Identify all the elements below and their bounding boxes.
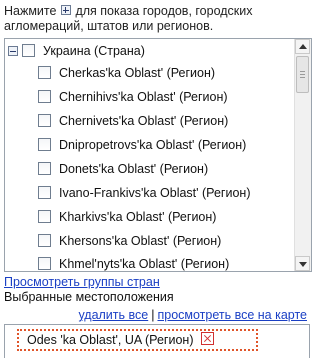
item-label: Chernihivs'ka Oblast' (Регион) bbox=[59, 90, 228, 104]
item-checkbox[interactable] bbox=[38, 186, 51, 199]
item-checkbox[interactable] bbox=[38, 210, 51, 223]
item-checkbox[interactable] bbox=[38, 66, 51, 79]
item-label: Chernivets'ka Oblast' (Регион) bbox=[59, 114, 229, 128]
item-checkbox[interactable] bbox=[38, 138, 51, 151]
item-checkbox[interactable] bbox=[38, 114, 51, 127]
item-label: Kharkivs'ka Oblast' (Регион) bbox=[59, 210, 217, 224]
location-tree-list[interactable]: Украина (Страна) Cherkas'ka Oblast' (Рег… bbox=[4, 38, 312, 272]
scroll-down-arrow-icon[interactable] bbox=[295, 256, 310, 271]
vertical-scrollbar[interactable] bbox=[294, 39, 311, 271]
selected-actions: удалить все | просмотреть все на карте bbox=[78, 308, 307, 322]
grip-line bbox=[300, 77, 305, 78]
parent-label: Украина (Страна) bbox=[43, 44, 145, 58]
item-label: Cherkas'ka Oblast' (Регион) bbox=[59, 66, 216, 80]
plus-expand-icon bbox=[60, 5, 71, 15]
item-label: Dnipropetrovs'ka Oblast' (Регион) bbox=[59, 138, 247, 152]
instruction-text: Нажмите для показа городов, городских аг… bbox=[4, 4, 310, 34]
actions-separator: | bbox=[151, 308, 155, 322]
item-label: Ivano-Frankivs'ka Oblast' (Регион) bbox=[59, 186, 251, 200]
instruction-prefix: Нажмите bbox=[4, 4, 57, 18]
selected-locations-heading: Выбранные местоположения bbox=[4, 290, 174, 304]
item-checkbox[interactable] bbox=[38, 162, 51, 175]
collapse-minus-icon[interactable] bbox=[8, 46, 18, 56]
scroll-up-arrow-icon[interactable] bbox=[295, 39, 310, 54]
selected-location-label: Odes 'ka Oblast', UA (Регион) bbox=[27, 333, 194, 347]
remove-x-icon[interactable] bbox=[200, 332, 214, 345]
item-checkbox[interactable] bbox=[38, 90, 51, 103]
tree-viewport: Украина (Страна) Cherkas'ka Oblast' (Рег… bbox=[5, 39, 295, 271]
grip-line bbox=[300, 71, 305, 72]
item-checkbox[interactable] bbox=[38, 257, 51, 270]
selected-location-item[interactable]: Odes 'ka Oblast', UA (Регион) bbox=[17, 329, 258, 351]
parent-checkbox[interactable] bbox=[22, 44, 35, 57]
grip-line bbox=[300, 74, 305, 75]
view-country-groups-link[interactable]: Просмотреть группы стран bbox=[4, 275, 160, 289]
selected-locations-list: Odes 'ka Oblast', UA (Регион) bbox=[4, 324, 310, 358]
item-label: Donets'ka Oblast' (Регион) bbox=[59, 162, 209, 176]
view-all-on-map-link[interactable]: просмотреть все на карте bbox=[157, 308, 307, 322]
item-label: Khersons'ka Oblast' (Регион) bbox=[59, 234, 222, 248]
scrollbar-thumb[interactable] bbox=[296, 56, 309, 93]
item-checkbox[interactable] bbox=[38, 234, 51, 247]
item-label: Khmel'nyts'ka Oblast' (Регион) bbox=[59, 257, 230, 271]
remove-all-link[interactable]: удалить все bbox=[78, 308, 148, 322]
